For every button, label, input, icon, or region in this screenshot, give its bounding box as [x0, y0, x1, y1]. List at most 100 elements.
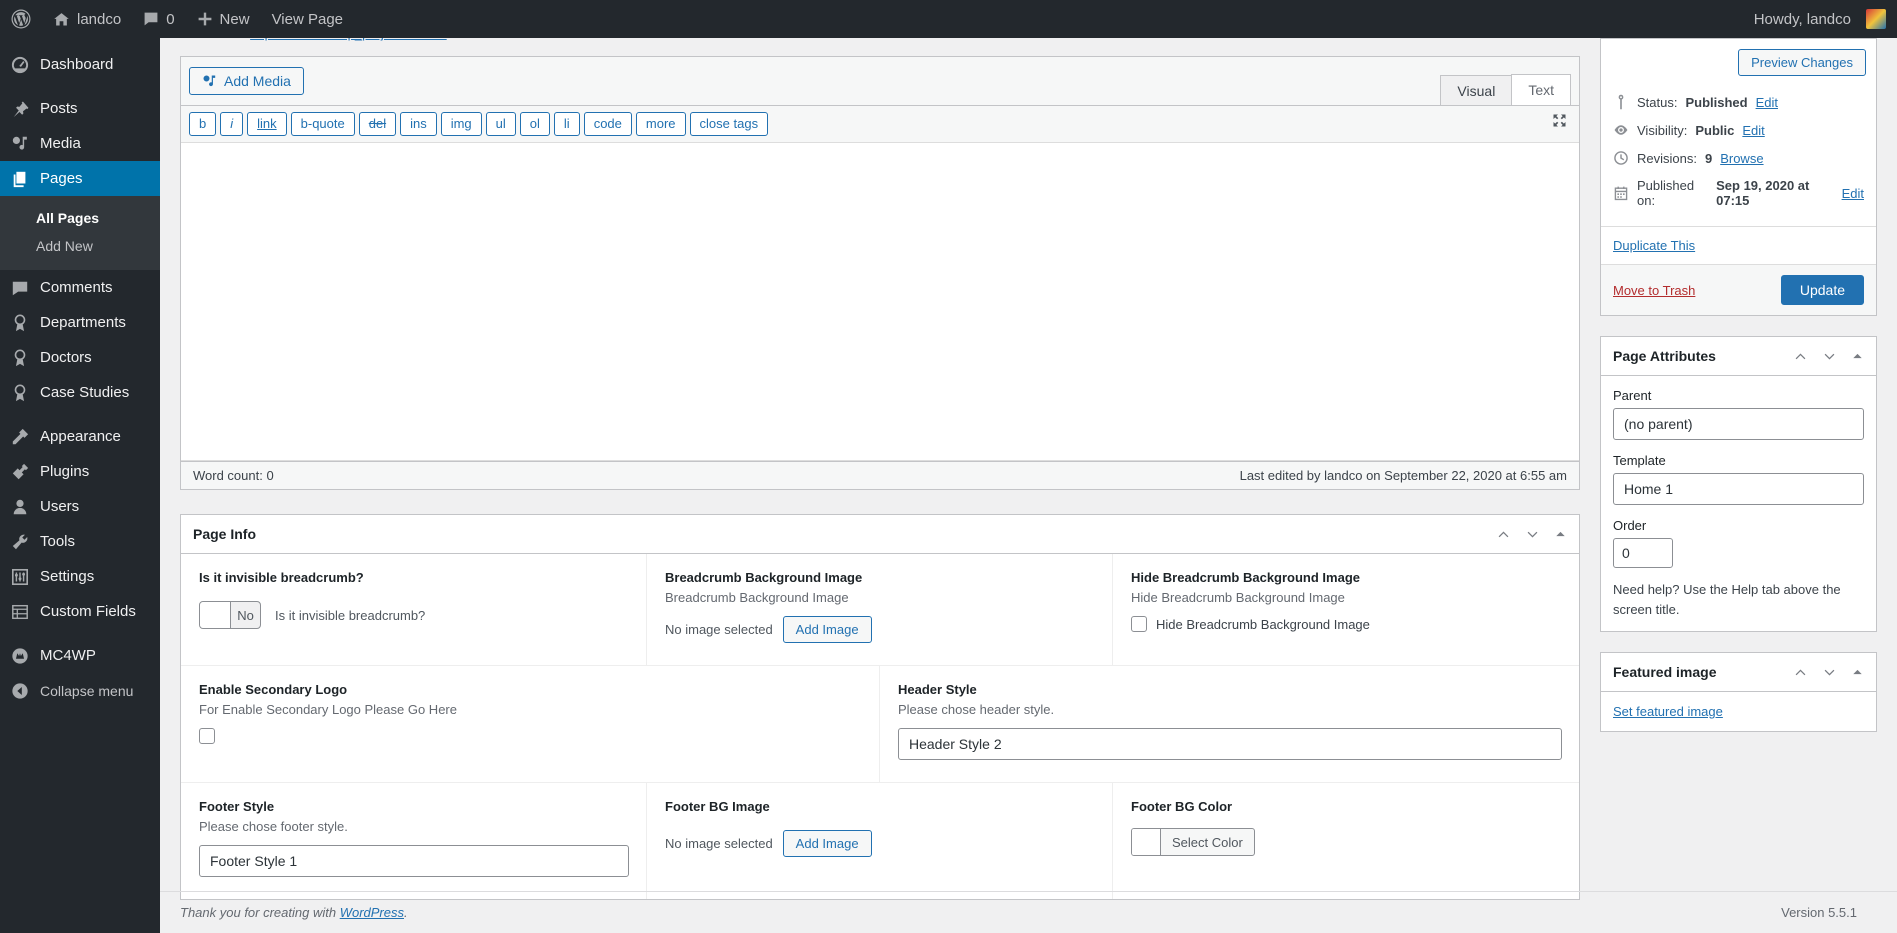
menu-spacer: [0, 629, 160, 638]
move-down-icon[interactable]: [1525, 527, 1540, 542]
toggle-panel-icon[interactable]: [1851, 350, 1864, 363]
my-account-menu[interactable]: Howdy, landco: [1743, 0, 1897, 38]
toggle-value: No: [231, 602, 260, 628]
quicktag-img[interactable]: img: [441, 112, 482, 136]
parent-select-wrap: (no parent): [1613, 408, 1864, 440]
duplicate-this-link[interactable]: Duplicate This: [1613, 238, 1695, 253]
template-select[interactable]: Home 1: [1613, 473, 1864, 505]
move-up-icon[interactable]: [1793, 349, 1808, 364]
move-down-icon[interactable]: [1822, 349, 1837, 364]
sidebar-subitem-add-new[interactable]: Add New: [0, 232, 160, 260]
footer-thanks: Thank you for creating with WordPress.: [180, 905, 408, 920]
sidebar-item-case-studies[interactable]: Case Studies: [0, 375, 160, 410]
published-edit-link[interactable]: Edit: [1842, 186, 1864, 201]
sidebar-item-custom-fields[interactable]: Custom Fields: [0, 594, 160, 629]
page-body: Permalink: http://landco.in/wp_project/l…: [160, 38, 1897, 933]
visibility-edit-link[interactable]: Edit: [1742, 123, 1764, 138]
enable-secondary-logo-checkbox[interactable]: [199, 728, 215, 744]
sidebar-subitem-all-pages[interactable]: All Pages: [0, 204, 160, 232]
sidebar-item-media[interactable]: Media: [0, 126, 160, 161]
wp-logo-menu[interactable]: [0, 0, 42, 38]
new-label: New: [220, 11, 250, 28]
quicktag-ins[interactable]: ins: [400, 112, 437, 136]
update-button[interactable]: Update: [1781, 275, 1864, 305]
order-input[interactable]: [1613, 538, 1673, 568]
quicktag-code[interactable]: code: [584, 112, 632, 136]
metabox-handles: [1793, 349, 1864, 364]
page-info-header: Page Info: [181, 515, 1579, 554]
permalink-link[interactable]: http://landco.in/wp_project/landco/: [250, 38, 447, 41]
sidebar-item-plugins[interactable]: Plugins: [0, 454, 160, 489]
view-page-link[interactable]: View Page: [261, 0, 354, 38]
quicktag-b[interactable]: b: [189, 112, 216, 136]
metabox-handles: [1793, 665, 1864, 680]
sidebar-item-doctors[interactable]: Doctors: [0, 340, 160, 375]
editor-content-area[interactable]: [181, 143, 1579, 461]
toggle-panel-icon[interactable]: [1851, 666, 1864, 679]
field-label: Enable Secondary Logo: [199, 682, 861, 697]
no-image-text: No image selected: [665, 836, 773, 851]
quicktag-del[interactable]: del: [359, 112, 396, 136]
quicktags-toolbar: b i link b-quote del ins img ul ol li co…: [181, 105, 1579, 143]
editor-mode-tabs: Visual Text: [1441, 74, 1571, 106]
sidebar-item-appearance[interactable]: Appearance: [0, 419, 160, 454]
footer-thanks-suffix: .: [404, 905, 408, 920]
status-edit-link[interactable]: Edit: [1756, 95, 1778, 110]
quicktag-li[interactable]: li: [554, 112, 580, 136]
toggle-knob: [200, 602, 231, 628]
move-to-trash-link[interactable]: Move to Trash: [1613, 283, 1695, 298]
menu-spacer: [0, 38, 160, 47]
pages-submenu: All Pages Add New: [0, 196, 160, 270]
toggle-panel-icon[interactable]: [1554, 528, 1567, 541]
tab-text[interactable]: Text: [1511, 74, 1571, 106]
award-icon: [10, 314, 30, 332]
sidebar-item-dashboard[interactable]: Dashboard: [0, 47, 160, 82]
select-color-label: Select Color: [1161, 829, 1254, 855]
quicktag-b-quote[interactable]: b-quote: [291, 112, 355, 136]
invisible-breadcrumb-toggle[interactable]: No: [199, 601, 261, 629]
breadcrumb-add-image-button[interactable]: Add Image: [783, 616, 872, 643]
field-description: Please chose footer style.: [199, 819, 628, 834]
sidebar-item-settings[interactable]: Settings: [0, 559, 160, 594]
move-down-icon[interactable]: [1822, 665, 1837, 680]
sidebar-item-tools[interactable]: Tools: [0, 524, 160, 559]
page-attributes-metabox: Page Attributes Parent (no parent) Templ…: [1600, 336, 1877, 632]
revisions-browse-link[interactable]: Browse: [1720, 151, 1763, 166]
fullscreen-icon[interactable]: [1552, 113, 1567, 128]
parent-select[interactable]: (no parent): [1613, 408, 1864, 440]
sidebar-item-label: Posts: [40, 100, 78, 117]
add-media-button[interactable]: Add Media: [189, 67, 304, 95]
sidebar-item-users[interactable]: Users: [0, 489, 160, 524]
wordpress-link[interactable]: WordPress: [340, 905, 404, 920]
page-attributes-title: Page Attributes: [1613, 348, 1716, 364]
quicktag-more[interactable]: more: [636, 112, 686, 136]
header-style-select[interactable]: Header Style 2: [898, 728, 1562, 760]
site-name-menu[interactable]: landco: [42, 0, 132, 38]
footer-add-image-button[interactable]: Add Image: [783, 830, 872, 857]
collapse-arrow-icon: [10, 682, 30, 700]
quicktag-ol[interactable]: ol: [520, 112, 550, 136]
collapse-menu-button[interactable]: Collapse menu: [0, 673, 160, 708]
featured-image-body: Set featured image: [1601, 692, 1876, 731]
footer-style-select[interactable]: Footer Style 1: [199, 845, 629, 877]
set-featured-image-link[interactable]: Set featured image: [1613, 704, 1723, 719]
quicktag-link[interactable]: link: [247, 112, 287, 136]
sidebar-item-departments[interactable]: Departments: [0, 305, 160, 340]
tab-visual[interactable]: Visual: [1440, 75, 1512, 106]
move-up-icon[interactable]: [1793, 665, 1808, 680]
sidebar-item-pages[interactable]: Pages: [0, 161, 160, 196]
sidebar-item-comments[interactable]: Comments: [0, 270, 160, 305]
comments-bubble[interactable]: 0: [132, 0, 185, 38]
featured-image-metabox: Featured image Set featured image: [1600, 652, 1877, 732]
sidebar-item-posts[interactable]: Posts: [0, 91, 160, 126]
move-up-icon[interactable]: [1496, 527, 1511, 542]
footer-bg-color-picker[interactable]: Select Color: [1131, 828, 1255, 856]
new-content-menu[interactable]: New: [186, 0, 261, 38]
metabox-handles: [1496, 527, 1567, 542]
quicktag-i[interactable]: i: [220, 112, 243, 136]
sidebar-item-mc4wp[interactable]: MC4WP: [0, 638, 160, 673]
hide-breadcrumb-checkbox[interactable]: [1131, 616, 1147, 632]
quicktag-close-tags[interactable]: close tags: [690, 112, 769, 136]
preview-changes-button[interactable]: Preview Changes: [1738, 49, 1866, 76]
quicktag-ul[interactable]: ul: [486, 112, 516, 136]
